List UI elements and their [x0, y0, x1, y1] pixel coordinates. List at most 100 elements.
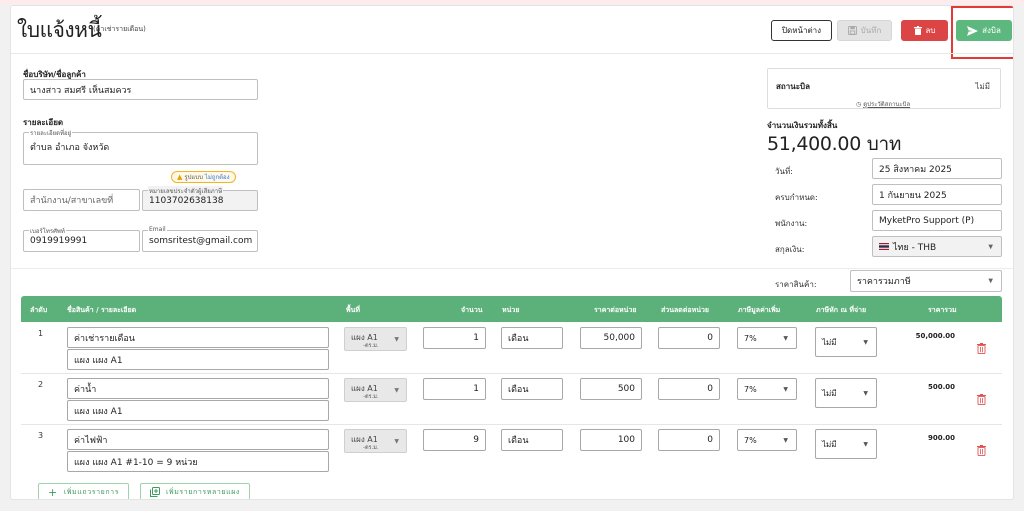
email-label: Email	[148, 226, 167, 233]
tax-id-value: 1103702638138	[149, 195, 224, 206]
vat-value: 7%	[744, 333, 757, 343]
delete-button[interactable]: ลบ	[901, 20, 948, 41]
qty-value: 1	[473, 384, 479, 394]
vat-select[interactable]: 7% ▼	[737, 378, 797, 400]
discount-value: 0	[707, 435, 713, 445]
tax-id-label: หมายเลขประจำตัวผู้เสียภาษี	[148, 186, 224, 196]
page-subtitle: (ค่าเช่ารายเดือน)	[93, 25, 146, 33]
price-type-select[interactable]: ราคารวมภาษี ▼	[850, 270, 1002, 292]
qty-input[interactable]: 1	[423, 378, 486, 400]
wht-value: ไม่มี	[822, 337, 837, 347]
invoice-card: ใบแจ้งหนี้ (ค่าเช่ารายเดือน) ปิดหน้าต่าง…	[10, 5, 1014, 500]
col-wht: ภาษีหัก ณ ที่จ่าย	[816, 306, 867, 314]
item-name-input[interactable]: ค่าเช่ารายเดือน	[67, 327, 329, 348]
price-value: 100	[617, 435, 635, 445]
email-field[interactable]: somsritest@gmail.com	[142, 230, 258, 252]
row-number: 2	[38, 380, 44, 389]
area-select[interactable]: แผง A1 -ตร.ม. ▼	[344, 429, 407, 453]
chevron-down-icon: ▼	[988, 277, 993, 285]
row-total: 50,000.00	[915, 332, 955, 340]
item-detail-input[interactable]: แผง แผง A1	[67, 349, 329, 370]
items-table-header: ลำดับ ชื่อสินค้า / รายละเอียด พื้นที่ จำ…	[21, 296, 1002, 322]
area-select[interactable]: แผง A1 -ตร.ม. ▼	[344, 327, 407, 351]
delete-label: ลบ	[925, 26, 936, 35]
format-warning-badge[interactable]: ▲ รูปแบบ ไม่ถูกต้อง	[171, 171, 236, 183]
row-total: 900.00	[927, 434, 955, 442]
unit-input[interactable]: เดือน	[501, 378, 563, 400]
unit-input[interactable]: เดือน	[501, 429, 563, 451]
date-value: 25 สิงหาคม 2025	[879, 164, 952, 175]
discount-input[interactable]: 0	[658, 378, 720, 400]
price-input[interactable]: 50,000	[580, 327, 642, 349]
trash-icon[interactable]	[977, 445, 986, 456]
chevron-down-icon: ▼	[863, 338, 868, 346]
item-detail-input[interactable]: แผง แผง A1 #1-10 = 9 หน่วย	[67, 451, 329, 472]
customer-name-field[interactable]: นางสาว สมศรี เห็นสมควร	[23, 79, 258, 100]
item-detail-value: แผง แผง A1 #1-10 = 9 หน่วย	[74, 457, 198, 468]
trash-icon[interactable]	[977, 394, 986, 405]
chevron-down-icon: ▼	[394, 336, 399, 343]
item-name-input[interactable]: ค่าน้ำ	[67, 378, 329, 399]
area-sub: -ตร.ม.	[363, 343, 379, 349]
price-input[interactable]: 100	[580, 429, 642, 451]
discount-input[interactable]: 0	[658, 429, 720, 451]
badge-text: รูปแบบ	[184, 174, 203, 181]
vat-select[interactable]: 7% ▼	[737, 327, 797, 349]
qty-input[interactable]: 1	[423, 327, 486, 349]
badge-link: ไม่ถูกต้อง	[204, 174, 230, 181]
chevron-down-icon: ▼	[394, 438, 399, 445]
unit-value: เดือน	[508, 334, 529, 344]
due-date-value: 1 กันยายน 2025	[879, 190, 947, 201]
header-divider	[11, 53, 1013, 54]
row-divider	[21, 424, 1002, 425]
trash-icon	[913, 26, 922, 35]
item-name-value: ค่าน้ำ	[74, 384, 97, 395]
employee-label: พนักงาน:	[775, 219, 808, 228]
trash-icon[interactable]	[977, 343, 986, 354]
unit-input[interactable]: เดือน	[501, 327, 563, 349]
wht-value: ไม่มี	[822, 388, 837, 398]
chevron-down-icon: ▼	[783, 385, 788, 393]
chevron-down-icon: ▼	[783, 436, 788, 444]
status-history-link[interactable]: ◷ ดูประวัติสถานะบิล	[856, 99, 910, 109]
area-sub: -ตร.ม.	[363, 445, 379, 451]
qty-input[interactable]: 9	[423, 429, 486, 451]
branch-field[interactable]: สำนักงาน/สาขาเลขที่	[23, 189, 140, 211]
address-value: ตำบล อำเภอ จังหวัด	[30, 143, 110, 153]
plus-icon: +	[48, 485, 58, 499]
vat-select[interactable]: 7% ▼	[737, 429, 797, 451]
add-multiple-button[interactable]: เพิ่มรายการหลายแผง	[140, 483, 250, 499]
item-detail-input[interactable]: แผง แผง A1	[67, 400, 329, 421]
save-button[interactable]: บันทึก	[837, 20, 892, 41]
area-select[interactable]: แผง A1 -ตร.ม. ▼	[344, 378, 407, 402]
item-detail-value: แผง แผง A1	[74, 406, 123, 417]
row-number: 3	[38, 431, 44, 440]
wht-select[interactable]: ไม่มี ▼	[815, 378, 877, 408]
close-window-button[interactable]: ปิดหน้าต่าง	[771, 20, 832, 41]
chevron-down-icon: ▼	[394, 387, 399, 394]
price-input[interactable]: 500	[580, 378, 642, 400]
thai-flag-icon	[879, 243, 889, 250]
col-area: พื้นที่	[346, 306, 361, 314]
due-date-field[interactable]: 1 กันยายน 2025	[872, 184, 1002, 205]
branch-placeholder: สำนักงาน/สาขาเลขที่	[30, 196, 114, 206]
row-total: 500.00	[927, 383, 955, 391]
employee-field[interactable]: MyketPro Support (P)	[872, 210, 1002, 231]
customer-name-value: นางสาว สมศรี เห็นสมควร	[30, 85, 132, 96]
item-detail-value: แผง แผง A1	[74, 355, 123, 366]
item-name-input[interactable]: ค่าไฟฟ้า	[67, 429, 329, 450]
col-vat: ภาษีมูลค่าเพิ่ม	[738, 306, 781, 314]
wht-select[interactable]: ไม่มี ▼	[815, 429, 877, 459]
currency-select[interactable]: ไทย - THB ▼	[872, 236, 1002, 257]
wht-select[interactable]: ไม่มี ▼	[815, 327, 877, 357]
chevron-down-icon: ▼	[783, 334, 788, 342]
unit-value: เดือน	[508, 436, 529, 446]
date-field[interactable]: 25 สิงหาคม 2025	[872, 158, 1002, 179]
vat-value: 7%	[744, 435, 757, 445]
add-row-button[interactable]: + เพิ่มแถวรายการ	[38, 483, 130, 499]
highlight-box	[951, 6, 1013, 59]
chevron-down-icon: ▼	[863, 440, 868, 448]
col-price: ราคาต่อหน่วย	[594, 306, 637, 314]
email-value: somsritest@gmail.com	[149, 236, 253, 246]
discount-input[interactable]: 0	[658, 327, 720, 349]
